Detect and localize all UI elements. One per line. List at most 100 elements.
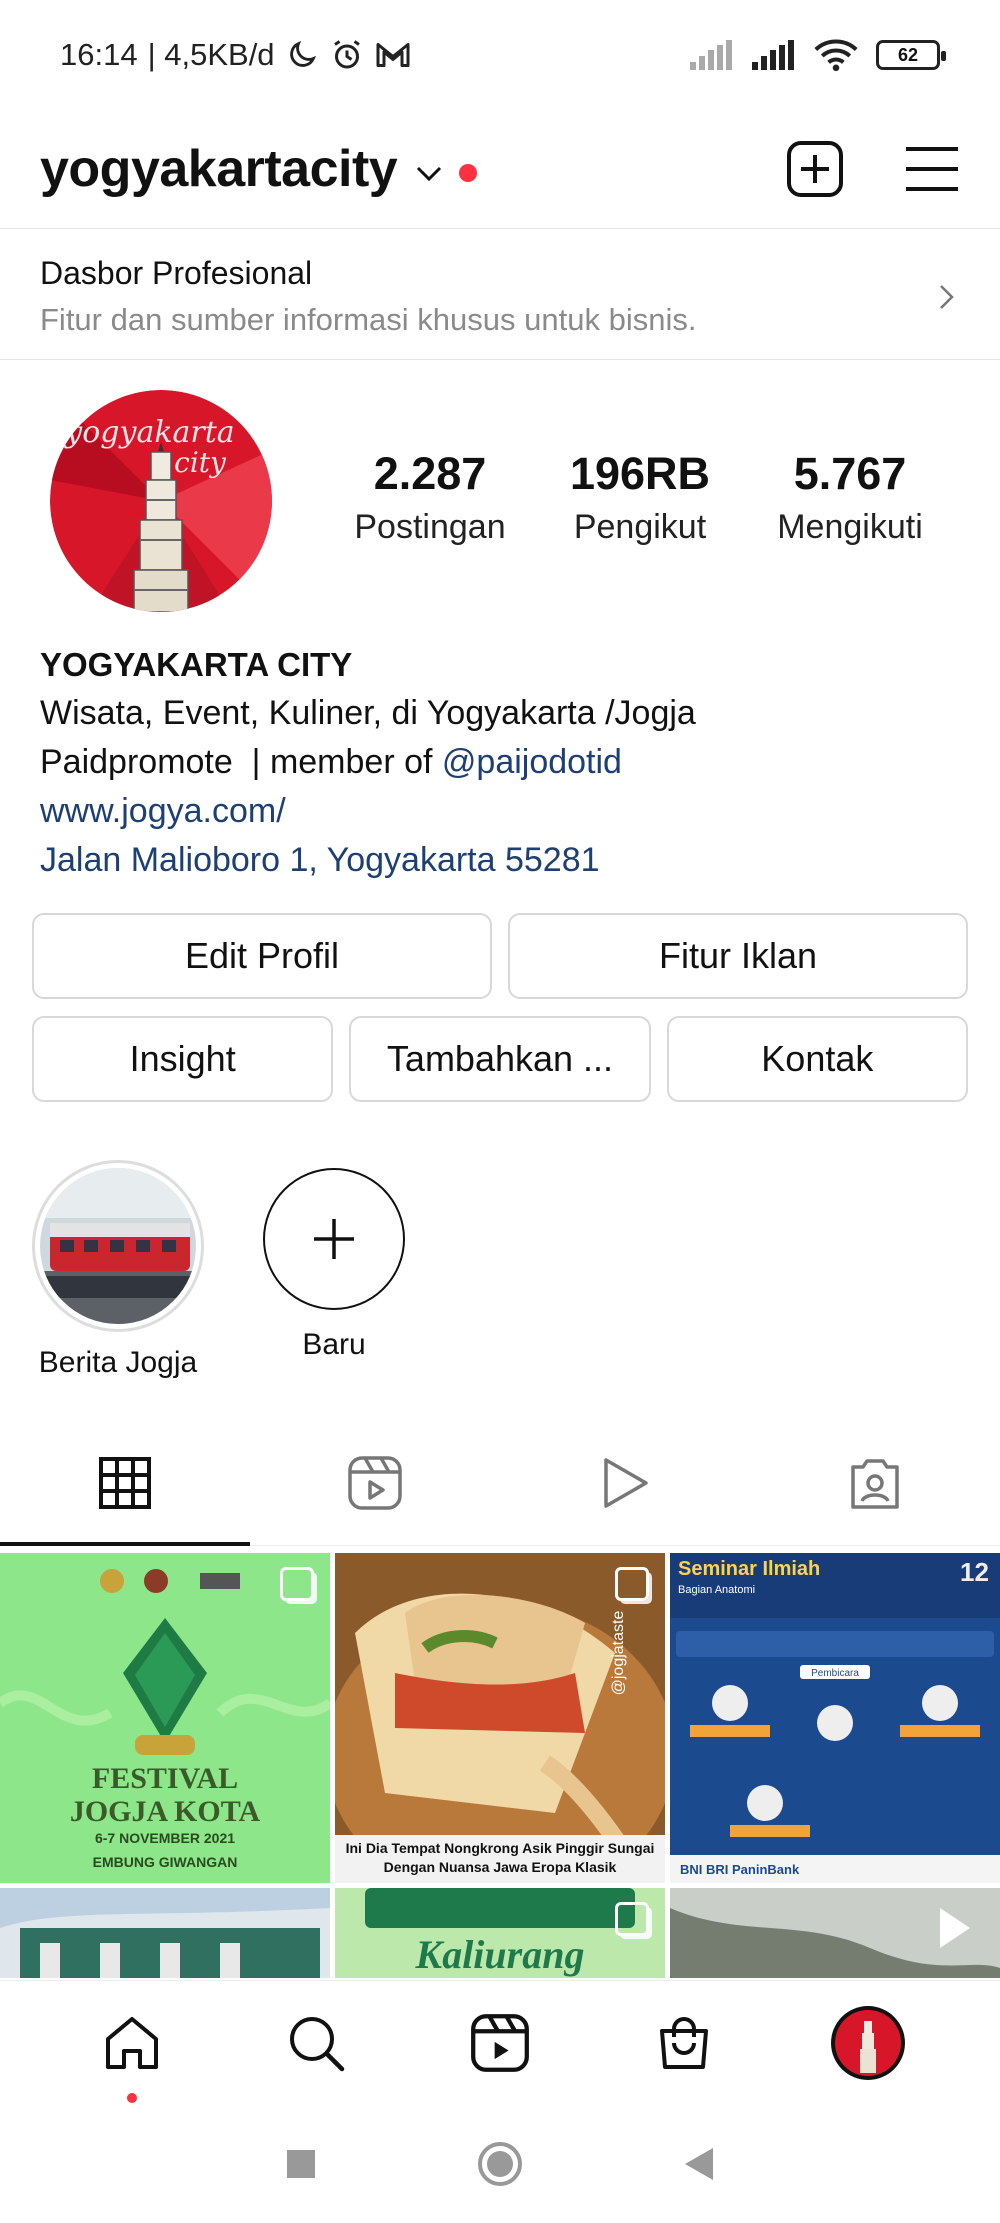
home-circle-icon[interactable] — [477, 2141, 523, 2187]
nav-home-indicator — [127, 2092, 137, 2103]
post-title: FESTIVAL — [92, 1762, 238, 1795]
edit-profile-button[interactable]: Edit Profil — [32, 913, 492, 999]
post-date: 6-7 NOVEMBER 2021 — [95, 1830, 235, 1846]
shop-icon — [660, 2016, 708, 2069]
status-time: 16:14 — [60, 37, 138, 72]
profile-name: YOGYAKARTA CITY — [40, 646, 353, 683]
stat-label: Mengikuti — [777, 508, 923, 546]
post-thumbnail[interactable] — [0, 1888, 330, 1978]
reels-icon — [348, 1455, 402, 1510]
website-link[interactable]: www.jogya.com/ — [40, 787, 960, 836]
network-speed: | 4,5KB/d — [147, 37, 275, 72]
stat-posts[interactable]: 2.287 Postingan — [330, 448, 530, 547]
status-right: 62 — [690, 38, 946, 72]
stat-followers[interactable]: 196RB Pengikut — [540, 448, 740, 547]
profile-actions-row-1: Edit Profil Fitur Iklan — [32, 913, 968, 999]
notification-dot — [459, 164, 478, 182]
tab-videos[interactable] — [500, 1420, 750, 1545]
highlight-new[interactable]: Baru — [263, 1168, 405, 1362]
grid-icon — [99, 1456, 151, 1509]
video-icon — [604, 1457, 648, 1508]
chevron-down-icon[interactable] — [415, 165, 443, 183]
professional-dashboard[interactable]: Dasbor Profesional Fitur dan sumber info… — [0, 228, 1000, 360]
nav-reels[interactable] — [440, 2013, 560, 2073]
multiple-photos-icon — [280, 1567, 314, 1601]
stat-value: 196RB — [569, 448, 711, 499]
bio-line: Paidpromote | member of @paijodotid — [40, 738, 960, 787]
tab-reels[interactable] — [250, 1420, 500, 1545]
post-image — [670, 1888, 1000, 1978]
username[interactable]: yogyakartacity — [40, 139, 398, 199]
address-link[interactable]: Jalan Malioboro 1, Yogyakarta 55281 — [40, 836, 960, 885]
highlight-ring — [32, 1160, 204, 1332]
post-thumbnail[interactable]: FESTIVAL JOGJA KOTA 6-7 NOVEMBER 2021 EM… — [0, 1553, 330, 1883]
moon-icon — [289, 40, 316, 67]
plus-icon — [314, 1219, 354, 1259]
tab-tagged[interactable] — [750, 1420, 1000, 1545]
chevron-right-icon — [940, 285, 954, 309]
tab-grid[interactable] — [0, 1420, 250, 1546]
post-image — [0, 1888, 330, 1978]
nav-profile[interactable] — [808, 2005, 928, 2081]
dashboard-subtitle: Fitur dan sumber informasi khusus untuk … — [40, 302, 697, 337]
insight-button[interactable]: Insight — [32, 1016, 334, 1102]
stat-following[interactable]: 5.767 Mengikuti — [750, 448, 950, 547]
highlight-cover — [40, 1168, 196, 1324]
bottom-navigation — [0, 1980, 1000, 2104]
profile-avatar[interactable]: yogyakarta city — [50, 390, 272, 612]
post-thumbnail[interactable]: Kaliurang — [335, 1888, 665, 1978]
stat-label: Pengikut — [573, 508, 707, 546]
profile-bio: YOGYAKARTA CITY Wisata, Event, Kuliner, … — [40, 640, 960, 885]
system-navigation — [0, 2104, 1000, 2223]
stat-value: 5.767 — [793, 448, 907, 499]
nav-shop[interactable] — [624, 2013, 744, 2073]
home-icon — [106, 2016, 158, 2069]
alarm-icon — [333, 40, 360, 69]
new-post-icon[interactable] — [786, 140, 844, 198]
post-text: Kaliurang — [415, 1932, 585, 1977]
tagged-icon — [851, 1458, 899, 1509]
svg-text:yogyakarta: yogyakarta — [63, 415, 234, 450]
recents-icon[interactable] — [285, 2148, 317, 2180]
post-number: 12 — [960, 1557, 989, 1587]
add-highlight-button[interactable] — [263, 1168, 405, 1310]
svg-text:city: city — [174, 446, 227, 479]
nav-home[interactable] — [72, 2013, 192, 2103]
post-place: EMBUNG GIWANGAN — [93, 1854, 238, 1870]
highlight-label: Berita Jogja — [38, 1346, 198, 1379]
highlight-label: Baru — [302, 1328, 366, 1361]
post-handle: @jogjataste — [610, 1611, 627, 1696]
bio-text: Paidpromote | member of — [40, 743, 442, 781]
menu-icon[interactable] — [904, 145, 960, 193]
profile-stats: 2.287 Postingan 196RB Pengikut 5.767 Men… — [330, 448, 950, 547]
profile-actions-row-2: Insight Tambahkan ... Kontak — [32, 1016, 968, 1102]
post-image: @jogjataste — [335, 1553, 665, 1883]
post-title: Seminar Ilmiah — [678, 1558, 820, 1580]
post-sponsors: BNI BRI PaninBank — [680, 1862, 800, 1877]
contact-button[interactable]: Kontak — [666, 1016, 968, 1102]
battery-level: 62 — [897, 44, 919, 65]
search-icon — [290, 2016, 345, 2071]
post-thumbnail[interactable]: Seminar Ilmiah Bagian Anatomi 12 Pembica… — [670, 1553, 1000, 1883]
battery-icon: 62 — [876, 40, 946, 70]
dashboard-title: Dasbor Profesional — [40, 255, 313, 291]
nav-search[interactable] — [256, 2013, 376, 2073]
wifi-icon — [814, 39, 858, 72]
add-button[interactable]: Tambahkan ... — [349, 1016, 651, 1102]
post-image: Seminar Ilmiah Bagian Anatomi 12 Pembica… — [670, 1553, 1000, 1883]
post-title: JOGJA KOTA — [70, 1795, 261, 1828]
post-thumbnail[interactable]: @jogjataste Ini Dia Tempat Nongkrong Asi… — [335, 1553, 665, 1883]
stat-value: 2.287 — [373, 448, 487, 499]
mention-link[interactable]: @paijodotid — [442, 743, 622, 781]
ad-tools-button[interactable]: Fitur Iklan — [508, 913, 968, 999]
post-badge: Pembicara — [811, 1668, 859, 1679]
profile-header: yogyakartacity — [0, 110, 1000, 228]
back-icon[interactable] — [683, 2146, 715, 2182]
post-thumbnail[interactable] — [670, 1888, 1000, 1978]
stat-label: Postingan — [354, 508, 506, 546]
highlight-berita-jogja[interactable]: Berita Jogja — [32, 1160, 204, 1380]
signal-icon — [752, 40, 794, 70]
profile-tabs — [0, 1420, 1000, 1546]
post-image: FESTIVAL JOGJA KOTA 6-7 NOVEMBER 2021 EM… — [0, 1553, 330, 1883]
reels-icon — [471, 2013, 529, 2072]
